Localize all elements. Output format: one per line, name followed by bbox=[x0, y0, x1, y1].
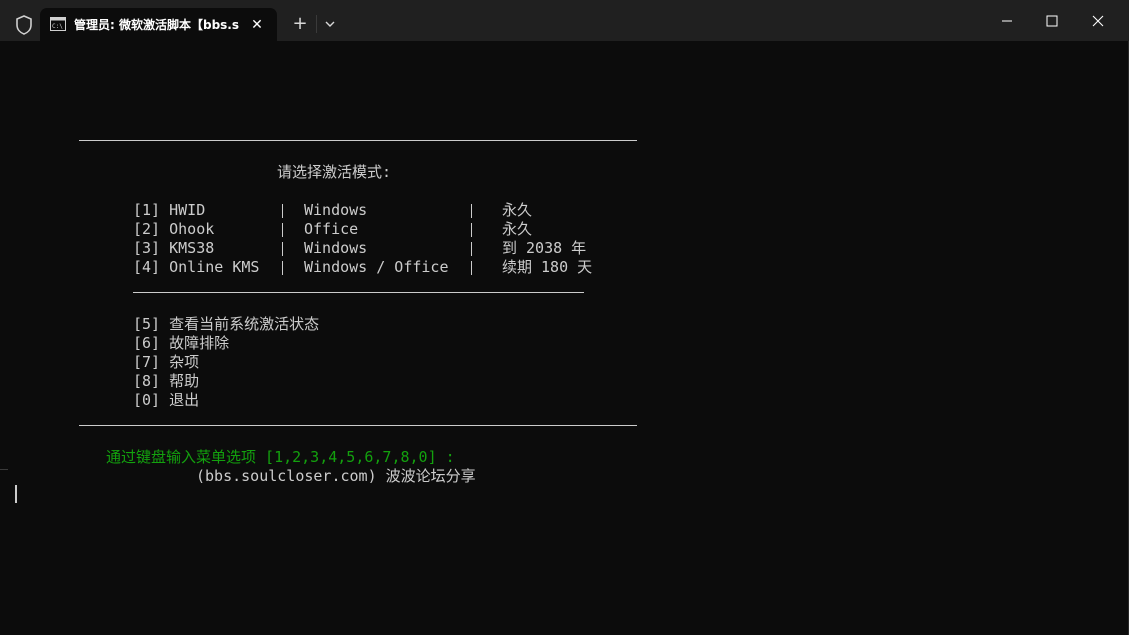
maximize-icon[interactable] bbox=[1037, 6, 1067, 36]
text-cursor[interactable] bbox=[15, 485, 17, 503]
column-separator bbox=[471, 242, 472, 256]
option-key: [1] HWID bbox=[133, 201, 206, 219]
column-separator bbox=[471, 223, 472, 237]
menu-item-help: [8] 帮助 bbox=[133, 372, 200, 390]
svg-text:C:\: C:\ bbox=[52, 23, 63, 30]
option-key: [4] Online KMS bbox=[133, 258, 260, 276]
menu-item-troubleshoot: [6] 故障排除 bbox=[133, 334, 230, 352]
menu-item-exit: [0] 退出 bbox=[133, 391, 200, 409]
option-key: [2] Ohook bbox=[133, 220, 215, 238]
column-separator bbox=[471, 261, 472, 275]
option-target: Windows bbox=[304, 239, 368, 257]
menu-header: 请选择激活模式: bbox=[277, 163, 392, 181]
terminal-output[interactable]: 请选择激活模式: [1] HWID Windows 永久 [2] Ohook O… bbox=[0, 41, 1129, 635]
column-separator bbox=[282, 204, 283, 218]
title-bar: C:\ 管理员: 微软激活脚本【bbs.s ✕ + bbox=[0, 0, 1129, 41]
minimize-icon[interactable] bbox=[992, 6, 1022, 36]
column-separator bbox=[282, 242, 283, 256]
option-duration: 到 2038 年 bbox=[502, 239, 587, 257]
plus-icon[interactable]: + bbox=[288, 12, 312, 36]
input-prompt: 通过键盘输入菜单选项 [1,2,3,4,5,6,7,8,0] : bbox=[106, 448, 455, 466]
window-edge-mark bbox=[0, 469, 8, 470]
credit-line: (bbs.soulcloser.com) 波波论坛分享 bbox=[196, 467, 476, 485]
shield-icon bbox=[16, 15, 32, 35]
option-duration: 续期 180 天 bbox=[502, 258, 593, 276]
column-separator bbox=[282, 261, 283, 275]
divider-top bbox=[79, 140, 637, 141]
chevron-down-icon[interactable] bbox=[321, 16, 339, 32]
menu-item-misc: [7] 杂项 bbox=[133, 353, 200, 371]
close-icon[interactable] bbox=[1083, 6, 1113, 36]
option-duration: 永久 bbox=[502, 220, 533, 238]
close-icon[interactable]: ✕ bbox=[247, 15, 267, 35]
column-separator bbox=[282, 223, 283, 237]
option-key: [3] KMS38 bbox=[133, 239, 215, 257]
option-target: Office bbox=[304, 220, 359, 238]
option-target: Windows / Office bbox=[304, 258, 449, 276]
divider-middle bbox=[133, 292, 584, 293]
option-target: Windows bbox=[304, 201, 368, 219]
column-separator bbox=[471, 204, 472, 218]
divider-bottom bbox=[79, 425, 637, 426]
tab-title: 管理员: 微软激活脚本【bbs.s bbox=[74, 18, 239, 32]
terminal-tab[interactable]: C:\ 管理员: 微软激活脚本【bbs.s ✕ bbox=[40, 8, 277, 41]
option-duration: 永久 bbox=[502, 201, 533, 219]
terminal-icon: C:\ bbox=[50, 17, 66, 31]
tab-separator bbox=[316, 15, 317, 33]
menu-item-status: [5] 查看当前系统激活状态 bbox=[133, 315, 320, 333]
